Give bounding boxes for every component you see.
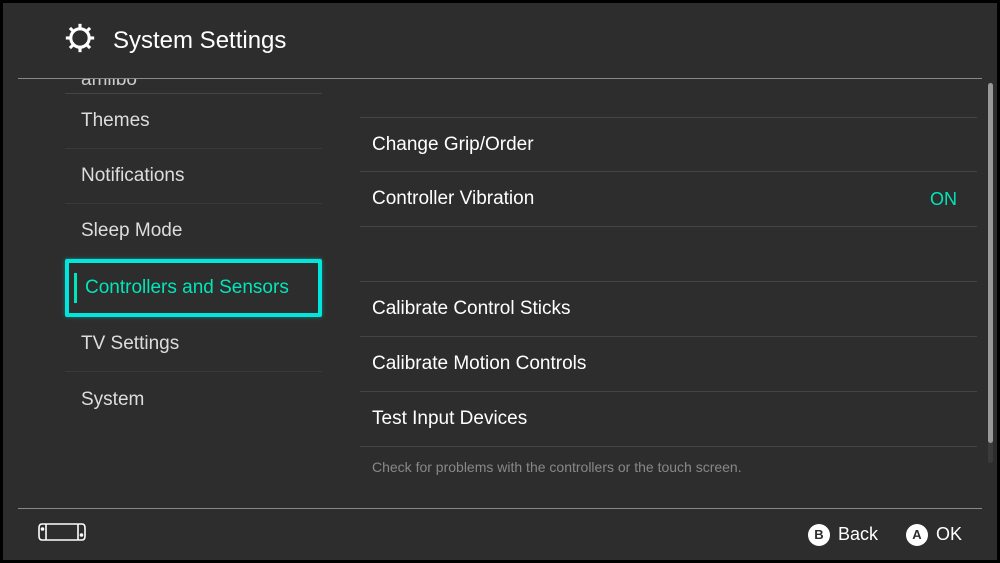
- sidebar-item-label: amiibo: [81, 79, 137, 91]
- option-hint: Check for problems with the controllers …: [360, 447, 977, 475]
- ok-button[interactable]: A OK: [906, 524, 962, 546]
- sidebar-item-label: Themes: [81, 110, 150, 132]
- option-controller-vibration[interactable]: Controller Vibration ON: [360, 172, 977, 227]
- sidebar-item-label: Controllers and Sensors: [85, 277, 289, 299]
- sidebar-item-amiibo[interactable]: amiibo: [65, 79, 322, 94]
- scrollbar-thumb[interactable]: [988, 83, 993, 443]
- gear-icon: [63, 21, 113, 60]
- controller-icon: [38, 521, 86, 548]
- page-title: System Settings: [113, 27, 286, 55]
- option-value: ON: [930, 189, 957, 210]
- sidebar-item-system[interactable]: System: [65, 372, 322, 427]
- footer-buttons: B Back A OK: [808, 524, 962, 546]
- option-label: Controller Vibration: [372, 188, 534, 210]
- sidebar-item-themes[interactable]: Themes: [65, 94, 322, 149]
- back-label: Back: [838, 524, 878, 545]
- option-test-input-devices[interactable]: Test Input Devices: [360, 392, 977, 447]
- option-label: Test Input Devices: [372, 408, 527, 430]
- sidebar-item-sleep-mode[interactable]: Sleep Mode: [65, 204, 322, 259]
- main-panel: Change Grip/Order Controller Vibration O…: [328, 79, 997, 497]
- ok-label: OK: [936, 524, 962, 545]
- sidebar-item-controllers-sensors[interactable]: Controllers and Sensors: [65, 259, 322, 317]
- sidebar-item-label: Notifications: [81, 165, 185, 187]
- sidebar-item-label: System: [81, 389, 144, 411]
- sidebar-item-label: Sleep Mode: [81, 220, 182, 242]
- option-change-grip-order[interactable]: Change Grip/Order: [360, 117, 977, 172]
- sidebar-item-label: TV Settings: [81, 333, 179, 355]
- content-area: amiibo Themes Notifications Sleep Mode C…: [3, 79, 997, 497]
- option-label: Calibrate Motion Controls: [372, 353, 586, 375]
- header: System Settings: [18, 3, 982, 79]
- option-spacer: [360, 227, 977, 282]
- option-label: Change Grip/Order: [372, 134, 534, 156]
- sidebar-item-notifications[interactable]: Notifications: [65, 149, 322, 204]
- a-button-icon: A: [906, 524, 928, 546]
- sidebar-item-tv-settings[interactable]: TV Settings: [65, 317, 322, 372]
- footer: B Back A OK: [18, 508, 982, 560]
- sidebar: amiibo Themes Notifications Sleep Mode C…: [3, 79, 328, 497]
- option-calibrate-motion-controls[interactable]: Calibrate Motion Controls: [360, 337, 977, 392]
- back-button[interactable]: B Back: [808, 524, 878, 546]
- option-label: Calibrate Control Sticks: [372, 298, 571, 320]
- b-button-icon: B: [808, 524, 830, 546]
- option-calibrate-control-sticks[interactable]: Calibrate Control Sticks: [360, 282, 977, 337]
